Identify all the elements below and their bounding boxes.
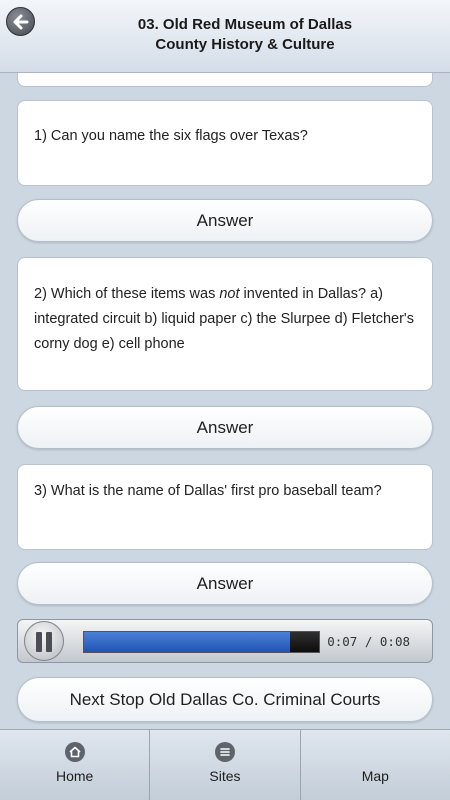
tab-sites-label: Sites <box>209 768 241 784</box>
question-card-3: 3) What is the name of Dallas' first pro… <box>17 464 433 550</box>
answer-button-2[interactable]: Answer <box>17 406 433 449</box>
audio-time: 0:07 / 0:08 <box>327 634 410 649</box>
answer-button-label-2: Answer <box>196 417 254 437</box>
audio-time-separator: / <box>357 634 380 649</box>
tab-bar: Home Sites Map <box>0 729 450 800</box>
question-text-2: 2) Which of these items was not invented… <box>34 282 416 357</box>
header: 03. Old Red Museum of Dallas County Hist… <box>0 0 450 73</box>
next-stop-label: Next Stop Old Dallas Co. Criminal Courts <box>69 689 381 709</box>
tab-map[interactable]: Map <box>301 730 450 800</box>
audio-progress-fill <box>84 632 290 652</box>
home-icon <box>64 742 85 762</box>
answer-button-3[interactable]: Answer <box>17 562 433 605</box>
question-text-3: 3) What is the name of Dallas' first pro… <box>34 483 382 499</box>
back-arrow-icon <box>13 14 28 29</box>
page-title-line2: County History & Culture <box>155 36 335 53</box>
question-card-2: 2) Which of these items was not invented… <box>17 257 433 391</box>
next-stop-button[interactable]: Next Stop Old Dallas Co. Criminal Courts <box>17 677 433 722</box>
answer-button-label-1: Answer <box>196 210 254 230</box>
back-button[interactable] <box>6 7 35 36</box>
pause-button[interactable] <box>24 621 64 661</box>
content-scroll[interactable]: 1) Can you name the six flags over Texas… <box>0 73 450 729</box>
tab-home[interactable]: Home <box>0 730 151 800</box>
question-card-1: 1) Can you name the six flags over Texas… <box>17 100 433 186</box>
question-text-2-part1: 2) Which of these items was <box>34 286 220 302</box>
page-title: 03. Old Red Museum of Dallas County Hist… <box>60 15 430 55</box>
answer-button-1[interactable]: Answer <box>17 199 433 242</box>
list-icon <box>214 742 235 762</box>
tab-map-label: Map <box>361 768 389 784</box>
answer-button-label-3: Answer <box>196 573 254 593</box>
tab-home-label: Home <box>55 768 94 784</box>
previous-card-fragment <box>17 73 433 87</box>
audio-elapsed: 0:07 <box>327 634 358 649</box>
question-text-2-emphasis: not <box>219 286 240 302</box>
tab-sites[interactable]: Sites <box>150 730 301 800</box>
audio-duration: 0:08 <box>379 634 410 649</box>
audio-player: 0:07 / 0:08 <box>17 619 433 663</box>
audio-progress-bar[interactable] <box>83 631 320 653</box>
question-text-1: 1) Can you name the six flags over Texas… <box>34 128 308 144</box>
page-title-line1: 03. Old Red Museum of Dallas <box>137 16 353 33</box>
